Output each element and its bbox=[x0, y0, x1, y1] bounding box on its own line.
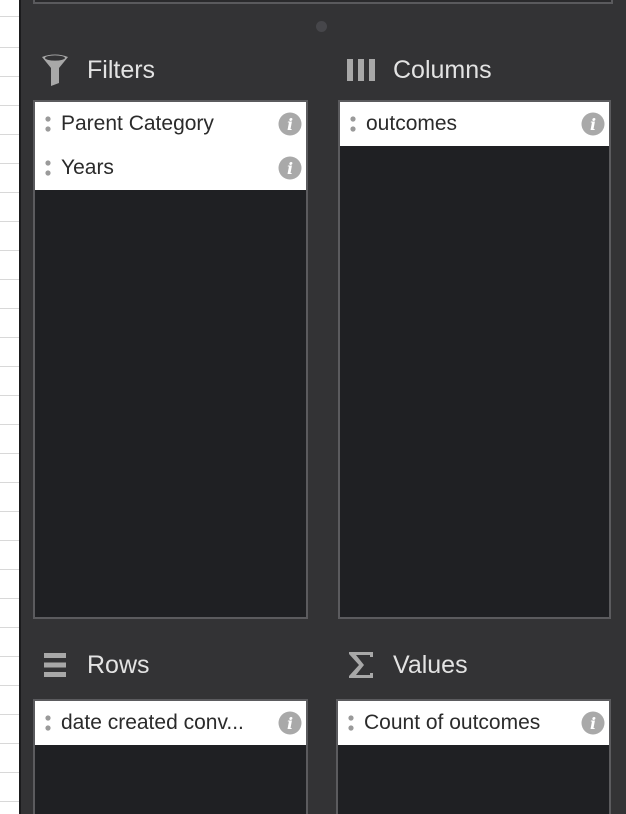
info-icon[interactable]: i bbox=[278, 711, 302, 735]
sigma-icon bbox=[343, 647, 379, 683]
rows-header: Rows bbox=[37, 647, 150, 683]
filters-drop-zone[interactable]: Parent Category i Years i bbox=[33, 100, 308, 619]
pivot-fields-panel: Filters Parent Category i Years i Column… bbox=[21, 0, 626, 814]
field-item-parent-category[interactable]: Parent Category i bbox=[35, 102, 306, 146]
svg-text:i: i bbox=[287, 714, 293, 733]
resize-handle[interactable] bbox=[316, 21, 327, 32]
spreadsheet-grid-edge[interactable] bbox=[0, 0, 20, 814]
svg-text:i: i bbox=[287, 115, 293, 134]
filters-title: Filters bbox=[87, 55, 156, 84]
rows-icon bbox=[37, 647, 73, 683]
field-item-label: Count of outcomes bbox=[364, 711, 541, 734]
pivot-field-panel-page: Filters Parent Category i Years i Column… bbox=[0, 0, 626, 814]
values-header: Values bbox=[343, 647, 468, 683]
columns-header: Columns bbox=[343, 52, 492, 88]
info-icon[interactable]: i bbox=[278, 112, 302, 136]
field-item-count-of-outcomes[interactable]: Count of outcomes i bbox=[338, 701, 609, 745]
info-icon[interactable]: i bbox=[581, 112, 605, 136]
field-item-label: Parent Category bbox=[61, 112, 214, 135]
info-icon[interactable]: i bbox=[278, 156, 302, 180]
field-item-outcomes[interactable]: outcomes i bbox=[340, 102, 609, 146]
svg-text:i: i bbox=[590, 115, 596, 134]
columns-title: Columns bbox=[393, 55, 492, 84]
drag-handle-icon[interactable] bbox=[35, 701, 61, 745]
columns-drop-zone[interactable]: outcomes i bbox=[338, 100, 611, 619]
values-drop-zone[interactable]: Count of outcomes i bbox=[336, 699, 611, 814]
field-item-label: Years bbox=[61, 156, 114, 179]
field-item-years[interactable]: Years i bbox=[35, 146, 306, 190]
field-item-date-created[interactable]: date created conv... i bbox=[35, 701, 306, 745]
rows-drop-zone[interactable]: date created conv... i bbox=[33, 699, 308, 814]
columns-icon bbox=[343, 52, 379, 88]
drag-handle-icon[interactable] bbox=[340, 102, 366, 146]
drag-handle-icon[interactable] bbox=[35, 146, 61, 190]
filter-icon bbox=[37, 52, 73, 88]
svg-text:i: i bbox=[287, 159, 293, 178]
drag-handle-icon[interactable] bbox=[338, 701, 364, 745]
drag-handle-icon[interactable] bbox=[35, 102, 61, 146]
field-item-label: outcomes bbox=[366, 112, 458, 135]
info-icon[interactable]: i bbox=[581, 711, 605, 735]
rows-title: Rows bbox=[87, 650, 150, 679]
field-item-label: date created conv... bbox=[61, 711, 244, 734]
filters-header: Filters bbox=[37, 52, 155, 88]
field-list-box[interactable] bbox=[33, 0, 613, 4]
values-title: Values bbox=[393, 650, 468, 679]
svg-text:i: i bbox=[590, 714, 596, 733]
